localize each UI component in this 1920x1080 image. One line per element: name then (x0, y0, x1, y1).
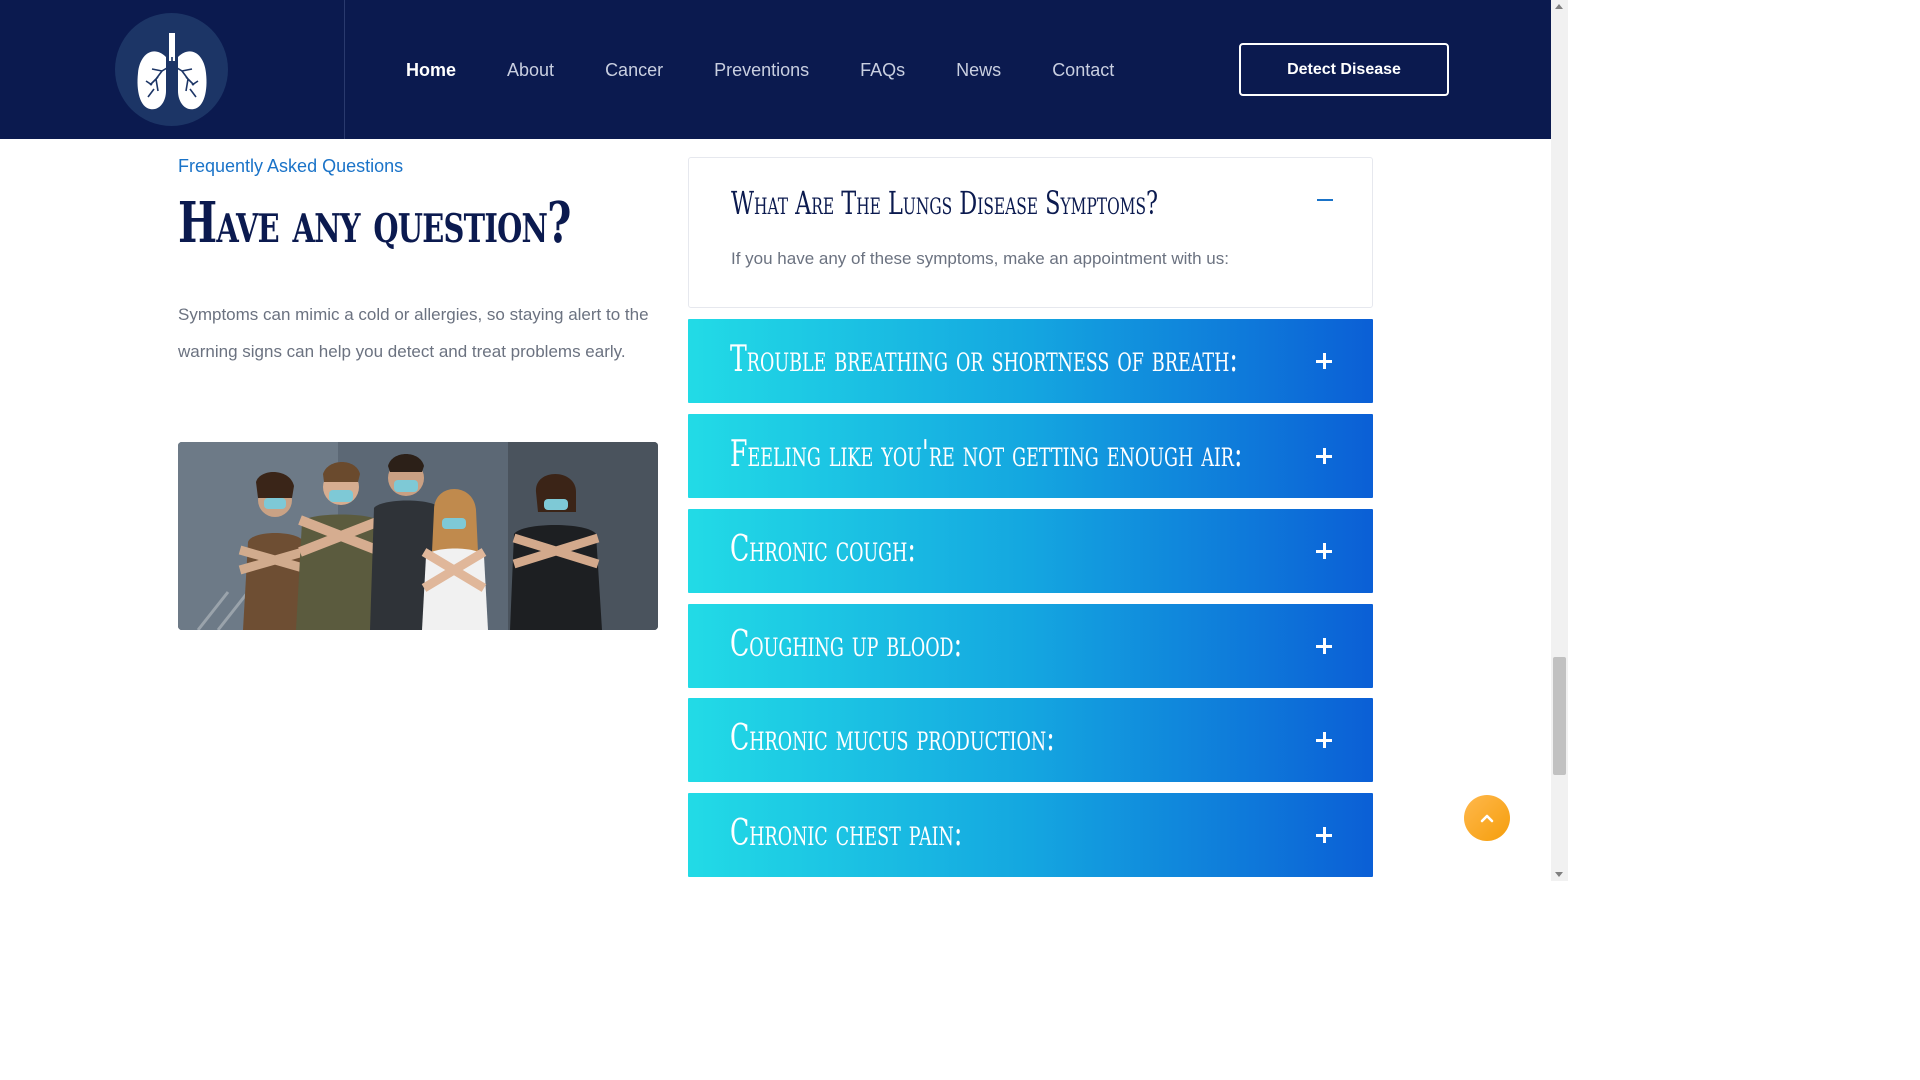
nav-news[interactable]: News (956, 58, 1001, 82)
plus-icon[interactable] (1316, 827, 1332, 843)
faq-question: Chronic chest pain: (730, 813, 963, 854)
main-nav: Home About Cancer Preventions FAQs News … (406, 58, 1165, 82)
chevron-up-icon (1480, 814, 1494, 823)
section-description: Symptoms can mimic a cold or allergies, … (178, 305, 649, 361)
lungs-icon (137, 32, 206, 109)
scroll-up-arrow-icon[interactable] (1555, 4, 1563, 9)
faq-question: Trouble breathing or shortness of breath… (730, 339, 1238, 380)
scroll-down-arrow-icon[interactable] (1555, 872, 1563, 877)
logo-area (0, 0, 345, 139)
plus-icon[interactable] (1316, 543, 1332, 559)
page: Home About Cancer Preventions FAQs News … (0, 0, 1568, 881)
site-header: Home About Cancer Preventions FAQs News … (0, 0, 1551, 139)
photo-illustration (178, 442, 658, 630)
nav-faqs[interactable]: FAQs (860, 58, 905, 82)
people-with-masks-image (178, 442, 658, 630)
faq-answer: If you have any of these symptoms, make … (731, 249, 1229, 268)
faq-question: Feeling like you're not getting enough a… (730, 434, 1243, 475)
section-title: Have any question? (178, 190, 571, 256)
faq-question: Chronic mucus production: (730, 718, 1055, 759)
nav-cancer[interactable]: Cancer (605, 58, 663, 82)
faq-item-coughing-blood[interactable]: Coughing up blood: (688, 604, 1373, 688)
faq-item-trouble-breathing[interactable]: Trouble breathing or shortness of breath… (688, 319, 1373, 403)
faq-item-mucus-production[interactable]: Chronic mucus production: (688, 698, 1373, 782)
faq-item-chest-pain[interactable]: Chronic chest pain: (688, 793, 1373, 877)
nav-home[interactable]: Home (406, 58, 456, 82)
page-scrollbar[interactable] (1551, 0, 1568, 881)
faq-item-not-enough-air[interactable]: Feeling like you're not getting enough a… (688, 414, 1373, 498)
faq-question: Chronic cough: (730, 529, 916, 570)
nav-about[interactable]: About (507, 58, 554, 82)
plus-icon[interactable] (1316, 638, 1332, 654)
back-to-top-button[interactable] (1464, 795, 1510, 841)
plus-icon[interactable] (1316, 448, 1332, 464)
detect-disease-button[interactable]: Detect Disease (1239, 43, 1449, 96)
faq-item-open: What Are The Lungs Disease Symptoms? If … (688, 157, 1373, 308)
minus-icon[interactable] (1317, 199, 1333, 201)
plus-icon[interactable] (1316, 353, 1332, 369)
faq-question: Coughing up blood: (730, 624, 963, 665)
faq-question[interactable]: What Are The Lungs Disease Symptoms? (731, 184, 1158, 222)
faq-item-chronic-cough[interactable]: Chronic cough: (688, 509, 1373, 593)
logo-link[interactable] (115, 13, 228, 126)
plus-icon[interactable] (1316, 732, 1332, 748)
scrollbar-thumb[interactable] (1553, 657, 1566, 775)
nav-preventions[interactable]: Preventions (714, 58, 809, 82)
nav-contact[interactable]: Contact (1052, 58, 1114, 82)
section-eyebrow: Frequently Asked Questions (178, 156, 404, 176)
